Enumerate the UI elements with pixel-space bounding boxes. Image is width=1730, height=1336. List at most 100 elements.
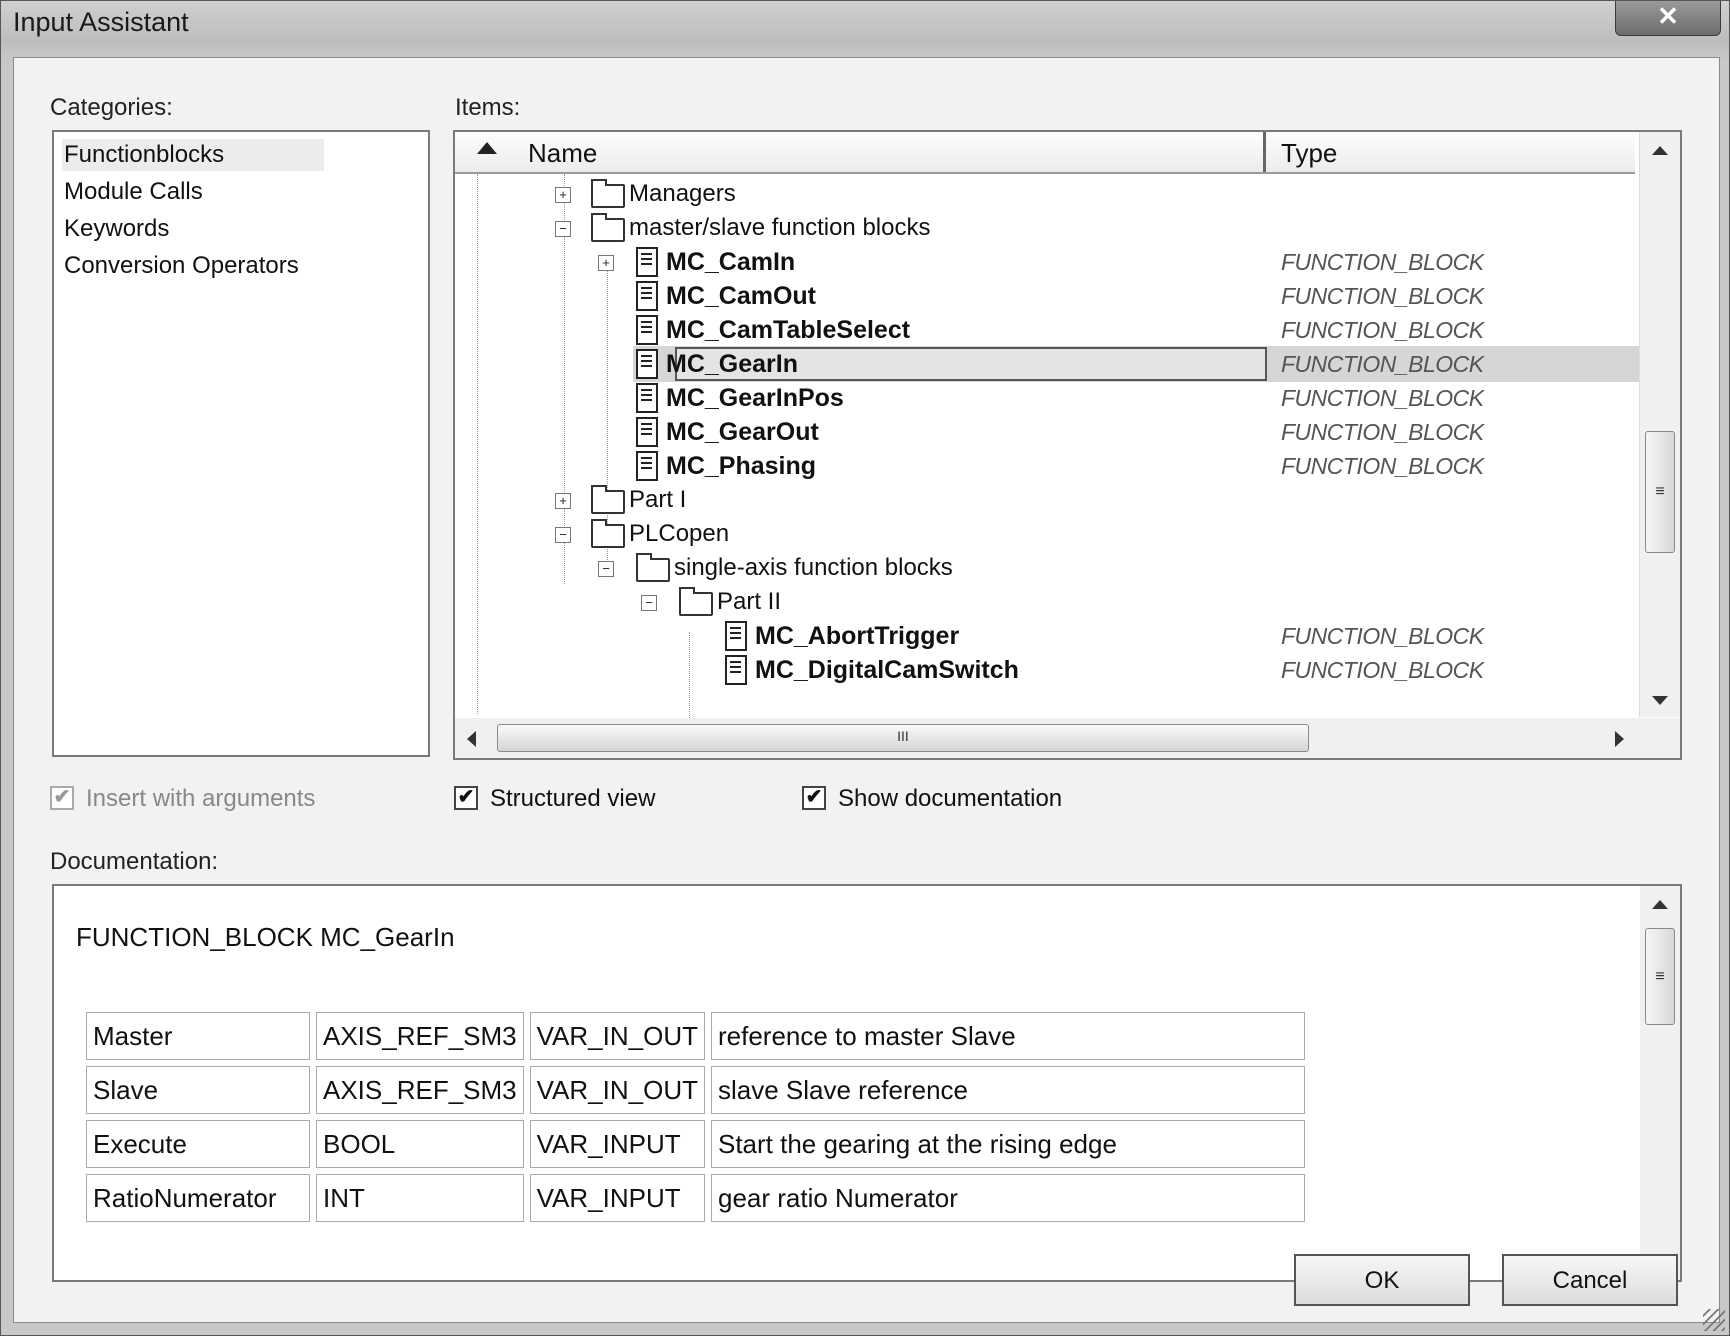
cancel-button[interactable]: Cancel — [1502, 1254, 1678, 1306]
categories-label: Categories: — [50, 94, 173, 121]
function-block-icon — [725, 655, 747, 685]
insert-with-arguments-checkbox[interactable]: ✔ Insert with arguments — [50, 784, 350, 814]
documentation-table: Master AXIS_REF_SM3 VAR_IN_OUT reference to… — [80, 1006, 1311, 1228]
tree-item[interactable]: MC_GearOut FUNCTION_BLOCK — [455, 414, 1635, 450]
documentation-cell: AXIS_REF_SM3 — [316, 1012, 524, 1060]
scroll-down-arrow-icon[interactable] — [1652, 696, 1668, 705]
items-column-header: Name Type — [455, 132, 1635, 174]
tree-item-type: FUNCTION_BLOCK — [1281, 351, 1484, 377]
documentation-cell: Slave — [86, 1066, 310, 1114]
tree-item-label: MC_CamTableSelect — [666, 316, 911, 344]
tree-item-label: MC_DigitalCamSwitch — [755, 656, 1019, 684]
tree-item[interactable]: − PLCopen — [455, 516, 1635, 552]
scroll-right-arrow-icon[interactable] — [1615, 731, 1624, 747]
tree-item-type: FUNCTION_BLOCK — [1281, 249, 1484, 275]
function-block-icon — [636, 451, 658, 481]
documentation-panel[interactable]: FUNCTION_BLOCK MC_GearIn Master AXIS_REF_… — [52, 884, 1682, 1282]
expand-icon[interactable]: + — [555, 187, 571, 203]
documentation-cell: VAR_IN_OUT — [529, 1012, 705, 1060]
expand-icon[interactable]: + — [598, 255, 614, 271]
category-conversion-operators[interactable]: Conversion Operators — [62, 250, 299, 282]
input-assistant-dialog: Input Assistant ✕ Categories: Items: Fun… — [0, 0, 1730, 1336]
items-label: Items: — [455, 94, 521, 121]
function-block-icon — [636, 281, 658, 311]
window-title: Input Assistant — [13, 7, 189, 37]
collapse-icon[interactable]: − — [555, 527, 571, 543]
function-block-icon — [725, 621, 747, 651]
documentation-cell: VAR_IN_OUT — [529, 1066, 705, 1114]
expand-icon[interactable]: + — [555, 493, 571, 509]
tree-item-type: FUNCTION_BLOCK — [1281, 657, 1484, 683]
folder-icon — [591, 485, 625, 514]
tree-item[interactable]: + MC_CamIn FUNCTION_BLOCK — [455, 244, 1635, 280]
function-block-icon — [636, 315, 658, 345]
checkmark-icon: ✔ — [50, 786, 74, 810]
items-horizontal-scroll-thumb[interactable]: III — [497, 724, 1309, 752]
tree-item[interactable]: MC_Phasing FUNCTION_BLOCK — [455, 448, 1635, 484]
category-functionblocks[interactable]: Functionblocks — [62, 139, 324, 171]
tree-item-label: MC_GearIn — [666, 350, 798, 378]
scroll-left-arrow-icon[interactable] — [467, 731, 476, 747]
category-keywords[interactable]: Keywords — [62, 213, 169, 245]
folder-icon — [591, 213, 625, 242]
items-horizontal-scrollbar[interactable]: III — [455, 718, 1680, 758]
function-block-icon — [636, 417, 658, 447]
documentation-cell: AXIS_REF_SM3 — [316, 1066, 524, 1114]
tree-item[interactable]: − Part II — [455, 584, 1635, 620]
function-block-icon — [636, 349, 658, 379]
documentation-cell: BOOL — [316, 1120, 524, 1168]
tree-item-type: FUNCTION_BLOCK — [1281, 453, 1484, 479]
documentation-scroll-thumb[interactable]: ≡ — [1645, 928, 1675, 1025]
ok-button[interactable]: OK — [1294, 1254, 1470, 1306]
resize-grip-icon[interactable] — [1703, 1309, 1725, 1331]
column-header-name[interactable]: Name — [528, 138, 597, 169]
collapse-icon[interactable]: − — [598, 561, 614, 577]
column-header-type[interactable]: Type — [1281, 138, 1337, 169]
structured-view-checkbox[interactable]: ✔ Structured view — [454, 784, 684, 814]
tree-item[interactable]: MC_AbortTrigger FUNCTION_BLOCK — [455, 618, 1635, 654]
folder-icon — [591, 179, 625, 208]
structured-view-label: Structured view — [490, 785, 656, 812]
tree-item-label: PLCopen — [629, 520, 730, 547]
items-tree[interactable]: Name Type + Managers − master/slave functio… — [453, 130, 1682, 760]
title-bar: Input Assistant ✕ — [1, 1, 1729, 51]
tree-item[interactable]: MC_DigitalCamSwitch FUNCTION_BLOCK — [455, 652, 1635, 688]
documentation-cell: Execute — [86, 1120, 310, 1168]
show-documentation-checkbox[interactable]: ✔ Show documentation — [802, 784, 1092, 814]
scroll-up-arrow-icon[interactable] — [1652, 900, 1668, 909]
tree-item[interactable]: − single-axis function blocks — [455, 550, 1635, 586]
tree-item[interactable]: + Managers — [455, 176, 1635, 212]
tree-item-type: FUNCTION_BLOCK — [1281, 283, 1484, 309]
documentation-cell: VAR_INPUT — [529, 1174, 705, 1222]
column-separator[interactable] — [1263, 132, 1266, 172]
close-button[interactable]: ✕ — [1615, 1, 1721, 36]
scroll-up-arrow-icon[interactable] — [1652, 146, 1668, 155]
collapse-icon[interactable]: − — [555, 221, 571, 237]
documentation-row: Slave AXIS_REF_SM3 VAR_IN_OUT slave Slave r… — [86, 1066, 1305, 1114]
documentation-heading: FUNCTION_BLOCK MC_GearIn — [76, 922, 455, 952]
tree-item-label: MC_AbortTrigger — [755, 622, 960, 650]
documentation-cell: Master — [86, 1012, 310, 1060]
collapse-icon[interactable]: − — [641, 595, 657, 611]
tree-item[interactable]: MC_GearIn FUNCTION_BLOCK — [455, 346, 1680, 382]
documentation-vertical-scrollbar[interactable]: ≡ — [1640, 886, 1680, 1280]
tree-item[interactable]: MC_GearInPos FUNCTION_BLOCK — [455, 380, 1635, 416]
dialog-client-area: Categories: Items: Functionblocks Module… — [13, 57, 1720, 1323]
documentation-label: Documentation: — [50, 848, 219, 875]
documentation-cell: VAR_INPUT — [529, 1120, 705, 1168]
tree-item[interactable]: − master/slave function blocks — [455, 210, 1635, 246]
insert-with-arguments-label: Insert with arguments — [86, 785, 316, 812]
documentation-cell: slave Slave reference — [710, 1066, 1305, 1114]
folder-icon — [591, 519, 625, 548]
items-vertical-scroll-thumb[interactable]: ≡ — [1645, 431, 1675, 553]
category-module-calls[interactable]: Module Calls — [62, 176, 203, 208]
items-vertical-scrollbar[interactable]: ≡ — [1639, 132, 1680, 717]
tree-item[interactable]: MC_CamTableSelect FUNCTION_BLOCK — [455, 312, 1635, 348]
categories-list[interactable]: Functionblocks Module Calls Keywords Con… — [52, 130, 430, 757]
tree-item[interactable]: + Part I — [455, 482, 1635, 518]
tree-item-type: FUNCTION_BLOCK — [1281, 623, 1484, 649]
tree-item[interactable]: MC_CamOut FUNCTION_BLOCK — [455, 278, 1635, 314]
sort-ascending-icon[interactable] — [477, 142, 497, 154]
tree-item-type: FUNCTION_BLOCK — [1281, 419, 1484, 445]
documentation-row: Master AXIS_REF_SM3 VAR_IN_OUT reference to… — [86, 1012, 1305, 1060]
